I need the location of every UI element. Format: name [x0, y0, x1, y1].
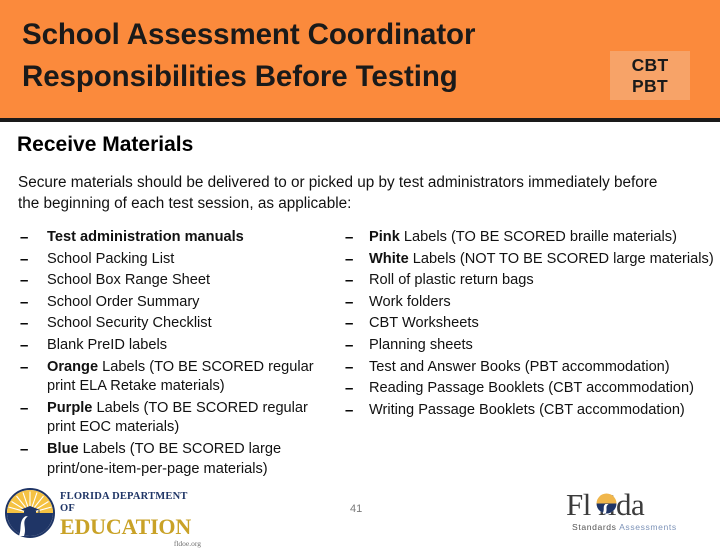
bullet-item: – School Security Checklist	[20, 314, 332, 334]
bullet-item: – Roll of plastic return bags	[345, 271, 717, 291]
bullet-dash-marker: –	[20, 272, 29, 290]
bullet-item: – School Order Summary	[20, 293, 332, 313]
bullet-item: – Purple Labels (TO BE SCORED regular pri…	[20, 399, 332, 438]
fdoe-line-1: FLORIDA DEPARTMENT OF	[60, 491, 188, 514]
bullet-dash-marker: –	[345, 250, 354, 268]
badge-label-pbt: PBT	[632, 75, 668, 96]
badge-label-cbt: CBT	[631, 54, 669, 75]
bullet-list-right: – Pink Labels (TO BE SCORED braille mater…	[345, 228, 717, 422]
bullet-dash-marker: –	[345, 315, 354, 333]
fsa-tagline: Standards Assessments	[572, 522, 677, 533]
bullet-emphasis: Purple	[47, 399, 93, 416]
bullet-item: – Test administration manuals	[20, 228, 332, 248]
slide-canvas: School Assessment Coordinator Responsibi…	[0, 0, 720, 548]
slide-title-line-1: School Assessment Coordinator	[22, 18, 476, 51]
bullet-emphasis: Blue	[47, 440, 79, 457]
slide-number: 41	[350, 503, 363, 515]
bullet-emphasis: Test administration manuals	[47, 229, 244, 245]
bullet-list-left: – Test administration manuals – School Pack…	[20, 228, 332, 481]
bullet-item-label: Work folders	[369, 293, 451, 310]
bullet-item-label: Pink Labels (TO BE SCORED braille materi…	[369, 229, 677, 245]
fdoe-logo: FLORIDA DEPARTMENT OF EDUCATION fldoe.or…	[5, 487, 205, 548]
bullet-item-label: Writing Passage Booklets (CBT accommodat…	[369, 401, 685, 418]
bullet-item: – Pink Labels (TO BE SCORED braille mater…	[345, 228, 717, 248]
slide-title-line-2: Responsibilities Before Testing	[22, 60, 458, 93]
bullet-emphasis: Pink	[369, 229, 400, 245]
bullet-dash-marker: –	[345, 358, 354, 376]
bullet-dash-marker: –	[20, 336, 29, 354]
section-heading: Receive Materials	[17, 133, 194, 156]
bullet-dash-marker: –	[20, 358, 29, 376]
fsa-tagline-assessments: Assessments	[619, 522, 677, 532]
bullet-item-label: Purple Labels (TO BE SCORED regular prin…	[47, 399, 308, 436]
bullet-dash-marker: –	[345, 401, 354, 419]
bullet-item: – Orange Labels (TO BE SCORED regular pri…	[20, 358, 332, 397]
bullet-item-label: White Labels (NOT TO BE SCORED large mat…	[369, 250, 714, 267]
bullet-item: – Blue Labels (TO BE SCORED large print/o…	[20, 440, 332, 479]
bullet-dash-marker: –	[345, 272, 354, 290]
bullet-item-label: School Security Checklist	[47, 315, 212, 332]
bullet-item: – School Box Range Sheet	[20, 271, 332, 291]
bullet-dash-marker: –	[20, 399, 29, 417]
bullet-item: – White Labels (NOT TO BE SCORED large ma…	[345, 250, 717, 270]
fsa-tagline-standards: Standards	[572, 522, 620, 532]
bullet-item-label: Test administration manuals	[47, 228, 332, 248]
bullet-item-label: Test and Answer Books (PBT accommodation…	[369, 358, 670, 375]
fsa-logo: Fl rida Standards Assessments	[566, 487, 716, 537]
bullet-dash-marker: –	[20, 229, 29, 246]
fdoe-line-2: EDUCATION	[60, 514, 192, 539]
bullet-dash-marker: –	[20, 293, 29, 311]
bullet-item: – Writing Passage Booklets (CBT accommoda…	[345, 401, 717, 421]
bullet-dash-marker: –	[345, 336, 354, 354]
bullet-item: – Work folders	[345, 293, 717, 313]
bullet-item-label: Blue Labels (TO BE SCORED large print/on…	[47, 440, 282, 477]
bullet-item: – Reading Passage Booklets (CBT accommoda…	[345, 379, 717, 399]
bullet-item: – CBT Worksheets	[345, 314, 717, 334]
bullet-item-label: Roll of plastic return bags	[369, 272, 534, 289]
bullet-item-label: School Order Summary	[47, 293, 200, 310]
bullet-item-label: School Box Range Sheet	[47, 272, 211, 289]
bullet-item-label: Orange Labels (TO BE SCORED regular prin…	[47, 358, 314, 395]
bullet-item: – Test and Answer Books (PBT accommodatio…	[345, 358, 717, 378]
bullet-item: – Planning sheets	[345, 336, 717, 356]
bullet-item-label: Blank PreID labels	[47, 336, 168, 353]
bullet-item: – Blank PreID labels	[20, 336, 332, 356]
bullet-emphasis: White	[369, 250, 409, 267]
bullet-item-label: School Packing List	[47, 250, 175, 267]
test-mode-badge: CBT PBT	[610, 51, 690, 100]
fdoe-wordmark: FLORIDA DEPARTMENT OF EDUCATION fldoe.or…	[60, 491, 205, 549]
bullet-emphasis: Orange	[47, 358, 99, 375]
bullet-dash-marker: –	[20, 440, 29, 458]
header-divider-rule	[0, 118, 720, 122]
slide-title: School Assessment Coordinator Responsibi…	[22, 14, 602, 98]
fsa-sun-wave-icon	[596, 493, 617, 514]
fdoe-seal-icon	[5, 488, 55, 538]
bullet-item-label: Reading Passage Booklets (CBT accommodat…	[369, 380, 695, 397]
bullet-dash-marker: –	[345, 380, 354, 398]
bullet-item-label: CBT Worksheets	[369, 315, 479, 332]
bullet-dash-marker: –	[345, 229, 354, 246]
bullet-item: – School Packing List	[20, 250, 332, 270]
bullet-dash-marker: –	[20, 250, 29, 268]
bullet-dash-marker: –	[20, 315, 29, 333]
bullet-dash-marker: –	[345, 293, 354, 311]
fdoe-line-3: fldoe.org	[173, 539, 201, 548]
intro-paragraph: Secure materials should be delivered to …	[18, 174, 658, 212]
bullet-item-label: Planning sheets	[369, 336, 473, 353]
